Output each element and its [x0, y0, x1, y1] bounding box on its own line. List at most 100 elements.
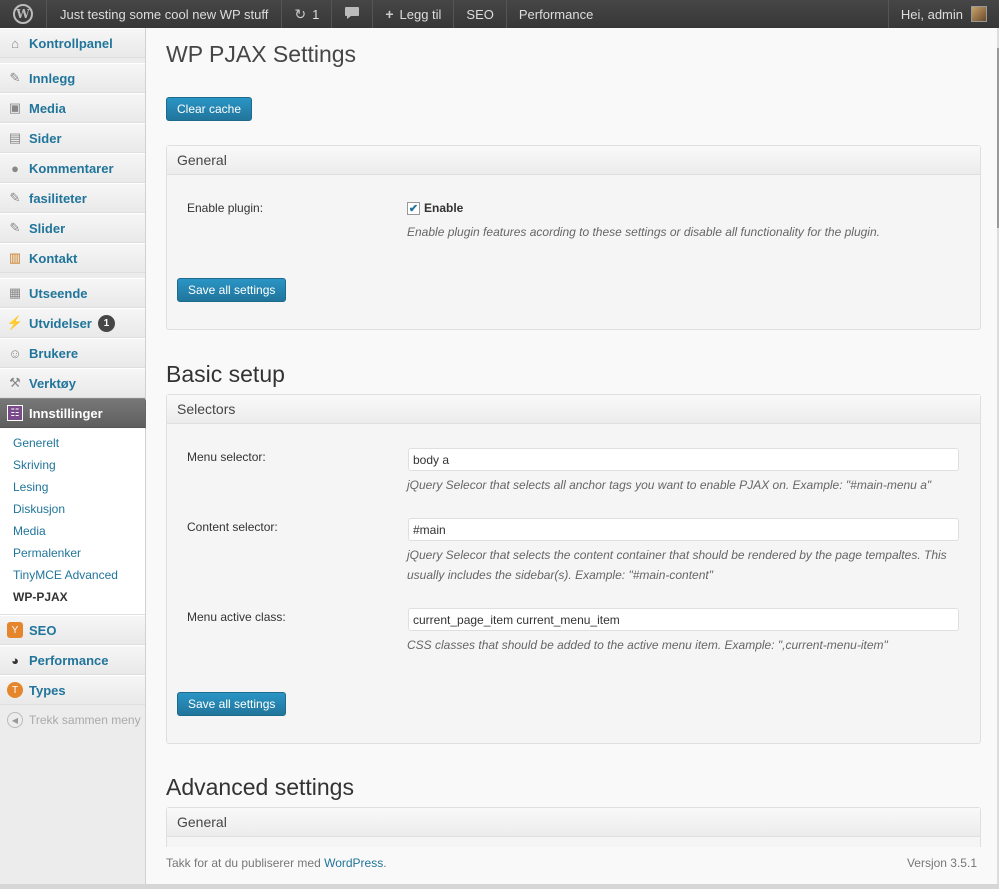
plugin-icon: ⚡ [6, 315, 24, 330]
menu-label: Types [29, 682, 66, 698]
horizontal-scrollbar[interactable] [0, 884, 999, 889]
seo-icon: Y [7, 622, 23, 638]
pin-icon: ✎ [9, 190, 21, 205]
content-selector-label: Content selector: [187, 520, 278, 534]
media-icon: ▣ [8, 100, 22, 115]
menu-selector-label: Menu selector: [187, 450, 266, 464]
menu-label: Slider [29, 220, 66, 236]
basic-setup-heading: Basic setup [166, 361, 285, 387]
performance-icon: ◕ [11, 652, 19, 668]
menu-item-performance[interactable]: ◕ Performance [0, 645, 145, 675]
avatar [971, 6, 987, 22]
submenu-item-skriving[interactable]: Skriving [0, 454, 145, 476]
comment-icon: ● [11, 160, 19, 176]
main-content: WP PJAX Settings Clear cache General Ena… [146, 28, 997, 889]
collapse-menu-button[interactable]: ◀ Trekk sammen meny [0, 705, 145, 735]
active-class-input[interactable]: current_page_item current_menu_item [408, 608, 959, 631]
users-icon: ☺ [8, 345, 22, 361]
menu-item-appearance[interactable]: ▦ Utseende [0, 278, 145, 308]
submenu-item-generelt[interactable]: Generelt [0, 432, 145, 454]
footer-thanks-text: Takk for at du publiserer med [166, 856, 325, 870]
submenu-item-lesing[interactable]: Lesing [0, 476, 145, 498]
admin-sidebar: ⌂ Kontrollpanel ✎ Innlegg ▣ Media ▤ Side… [0, 28, 154, 889]
menu-label: fasiliteter [29, 190, 87, 206]
tools-icon: ⚒ [9, 375, 21, 390]
menu-item-tools[interactable]: ⚒ Verktøy [0, 368, 145, 398]
box-title: Selectors [167, 395, 980, 424]
admin-footer: Takk for at du publiserer med WordPress.… [166, 856, 977, 870]
clear-cache-button[interactable]: Clear cache [166, 97, 253, 121]
menu-selector-input[interactable]: body a [408, 448, 959, 471]
contact-icon: ▥ [8, 250, 22, 265]
settings-submenu: Generelt Skriving Lesing Diskusjon Media… [0, 428, 145, 615]
selectors-box: Selectors Menu selector: body a jQuery S… [166, 394, 981, 744]
performance-link[interactable]: Performance [507, 0, 605, 28]
footer-thanks: Takk for at du publiserer med WordPress. [166, 856, 387, 870]
refresh-icon: ↻ [294, 5, 307, 22]
menu-label: Verktøy [29, 375, 76, 391]
menu-label: Kommentarer [29, 160, 114, 176]
submenu-item-media[interactable]: Media [0, 520, 145, 542]
menu-label: Utseende [29, 285, 88, 301]
submenu-item-permalenker[interactable]: Permalenker [0, 542, 145, 564]
settings-icon: ☷ [7, 405, 23, 421]
comment-bubble-icon [344, 6, 360, 23]
menu-item-media[interactable]: ▣ Media [0, 93, 145, 123]
submenu-item-wp-pjax[interactable]: WP-PJAX [0, 586, 145, 608]
menu-item-plugins[interactable]: ⚡ Utvidelser 1 [0, 308, 145, 338]
wordpress-link[interactable]: WordPress [324, 856, 383, 870]
site-name-link[interactable]: Just testing some cool new WP stuff [1, 0, 283, 28]
menu-label: Brukere [29, 345, 79, 361]
content-selector-input[interactable]: #main [408, 518, 959, 541]
menu-label: Kontrollpanel [29, 35, 113, 51]
updates-link[interactable]: ↻ 1 [282, 0, 333, 28]
menu-item-types[interactable]: T Types [0, 675, 145, 705]
active-class-label: Menu active class: [187, 610, 286, 624]
checkbox-check-icon[interactable]: ✔ [407, 201, 420, 215]
menu-item-settings[interactable]: ☷ Innstillinger [0, 398, 154, 429]
submenu-item-tinymce[interactable]: TinyMCE Advanced [0, 564, 145, 586]
dashboard-icon: ⌂ [11, 35, 19, 51]
general-settings-box: General Enable plugin: ✔ Enable Enable p… [166, 145, 981, 330]
menu-label: Utvidelser [29, 315, 92, 331]
version-text: Versjon 3.5.1 [906, 856, 977, 870]
plus-icon: + [385, 6, 394, 22]
enable-plugin-label: Enable plugin: [187, 201, 264, 215]
menu-label: Sider [29, 130, 62, 146]
comments-link[interactable] [332, 0, 374, 28]
submenu-item-diskusjon[interactable]: Diskusjon [0, 498, 145, 520]
active-class-description: CSS classes that should be added to the … [407, 638, 888, 652]
menu-label: Innstillinger [29, 405, 103, 421]
menu-label: Media [29, 100, 66, 116]
seo-link[interactable]: SEO [454, 0, 507, 28]
menu-item-kontakt[interactable]: ▥ Kontakt [0, 243, 145, 273]
save-settings-button[interactable]: Save all settings [177, 692, 287, 716]
menu-item-comments[interactable]: ● Kommentarer [0, 153, 145, 183]
enable-checkbox[interactable]: ✔ Enable [407, 201, 463, 215]
pages-icon: ▤ [8, 130, 22, 145]
my-account-link[interactable]: Hei, admin [887, 0, 999, 28]
collapse-label: Trekk sammen meny [29, 713, 141, 727]
types-icon: T [7, 682, 23, 698]
menu-label: Innlegg [29, 70, 76, 86]
menu-item-slider[interactable]: ✎ Slider [0, 213, 145, 243]
greeting-text: Hei, admin [900, 6, 963, 22]
menu-item-users[interactable]: ☺ Brukere [0, 338, 145, 368]
menu-selector-description: jQuery Selecor that selects all anchor t… [407, 478, 932, 492]
enable-description: Enable plugin features acording to these… [407, 225, 880, 239]
menu-item-seo[interactable]: Y SEO [0, 615, 145, 645]
menu-item-fasiliteter[interactable]: ✎ fasiliteter [0, 183, 145, 213]
admin-bar: W Just testing some cool new WP stuff ↻ … [0, 0, 999, 28]
menu-item-posts[interactable]: ✎ Innlegg [0, 63, 145, 93]
update-count-badge: 1 [97, 314, 115, 332]
save-settings-button[interactable]: Save all settings [177, 278, 287, 302]
checkbox-label: Enable [424, 201, 464, 215]
menu-item-pages[interactable]: ▤ Sider [0, 123, 145, 153]
appearance-icon: ▦ [8, 285, 22, 300]
advanced-general-box: General [166, 807, 981, 847]
new-content-link[interactable]: + Legg til [373, 0, 455, 28]
menu-label: Performance [29, 652, 109, 668]
menu-item-dashboard[interactable]: ⌂ Kontrollpanel [0, 28, 145, 58]
page-title: WP PJAX Settings [166, 41, 357, 67]
menu-label: SEO [29, 622, 57, 638]
